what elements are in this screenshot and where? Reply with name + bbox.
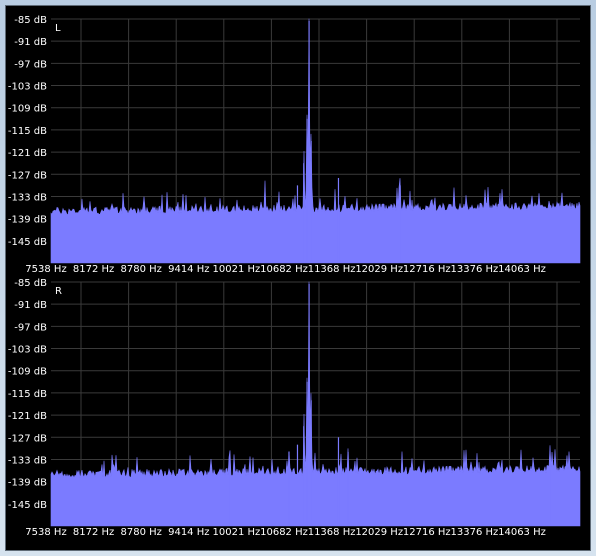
x-tick-label: 7538 Hz <box>25 527 66 538</box>
y-tick-label: -85 dB <box>14 15 47 26</box>
y-tick-label: -139 dB <box>8 478 47 489</box>
spectrum-plot: -85 dB -91 dB -97 dB -103 dB -109 dB -115 dB -… <box>8 15 581 538</box>
spectrum-area <box>50 281 581 527</box>
spectrum-area <box>50 18 581 264</box>
y-tick-label: -103 dB <box>8 82 47 93</box>
y-tick-label: -145 dB <box>8 237 47 248</box>
y-tick-label: -91 dB <box>14 300 47 311</box>
x-tick-label: 8172 Hz <box>73 264 114 275</box>
x-tick-label: 13376 Hz <box>451 527 499 538</box>
y-tick-label: -115 dB <box>8 389 47 400</box>
y-tick-label: -133 dB <box>8 455 47 466</box>
y-tick-label: -109 dB <box>8 367 47 378</box>
x-tick-label: 9414 Hz <box>168 264 209 275</box>
spectrum-frame: -85 dB -91 dB -97 dB -103 dB -109 dB -115 dB -… <box>5 5 591 551</box>
x-tick-label: 9414 Hz <box>168 527 209 538</box>
y-tick-label: -127 dB <box>8 170 47 181</box>
y-tick-label: -109 dB <box>8 104 47 115</box>
x-tick-label: 8172 Hz <box>73 527 114 538</box>
x-tick-label: 12029 Hz <box>355 264 403 275</box>
window: -85 dB -91 dB -97 dB -103 dB -109 dB -115 dB -… <box>0 0 596 556</box>
x-tick-label: 14063 Hz <box>498 527 546 538</box>
y-tick-label: -85 dB <box>14 278 47 289</box>
y-tick-label: -97 dB <box>14 322 47 333</box>
y-tick-label: -103 dB <box>8 345 47 356</box>
y-tick-label: -91 dB <box>14 37 47 48</box>
channel-label: R <box>55 286 62 297</box>
y-tick-label: -97 dB <box>14 59 47 70</box>
x-tick-label: 12029 Hz <box>355 527 403 538</box>
x-tick-label: 10021 Hz <box>213 264 261 275</box>
x-tick-label: 11368 Hz <box>308 264 356 275</box>
x-tick-label: 12716 Hz <box>403 527 451 538</box>
x-tick-label: 10682 Hz <box>260 264 308 275</box>
channel-label: L <box>55 23 61 34</box>
x-tick-label: 11368 Hz <box>308 527 356 538</box>
x-tick-label: 13376 Hz <box>451 264 499 275</box>
y-tick-label: -145 dB <box>8 500 47 511</box>
x-tick-label: 8780 Hz <box>120 527 161 538</box>
y-tick-label: -115 dB <box>8 126 47 137</box>
y-tick-label: -121 dB <box>8 148 47 159</box>
x-tick-label: 10021 Hz <box>213 527 261 538</box>
x-tick-label: 14063 Hz <box>498 264 546 275</box>
y-tick-label: -121 dB <box>8 411 47 422</box>
y-tick-label: -127 dB <box>8 433 47 444</box>
x-tick-label: 10682 Hz <box>260 527 308 538</box>
y-tick-label: -139 dB <box>8 215 47 226</box>
x-tick-label: 12716 Hz <box>403 264 451 275</box>
x-tick-label: 8780 Hz <box>120 264 161 275</box>
y-tick-label: -133 dB <box>8 192 47 203</box>
x-tick-label: 7538 Hz <box>25 264 66 275</box>
